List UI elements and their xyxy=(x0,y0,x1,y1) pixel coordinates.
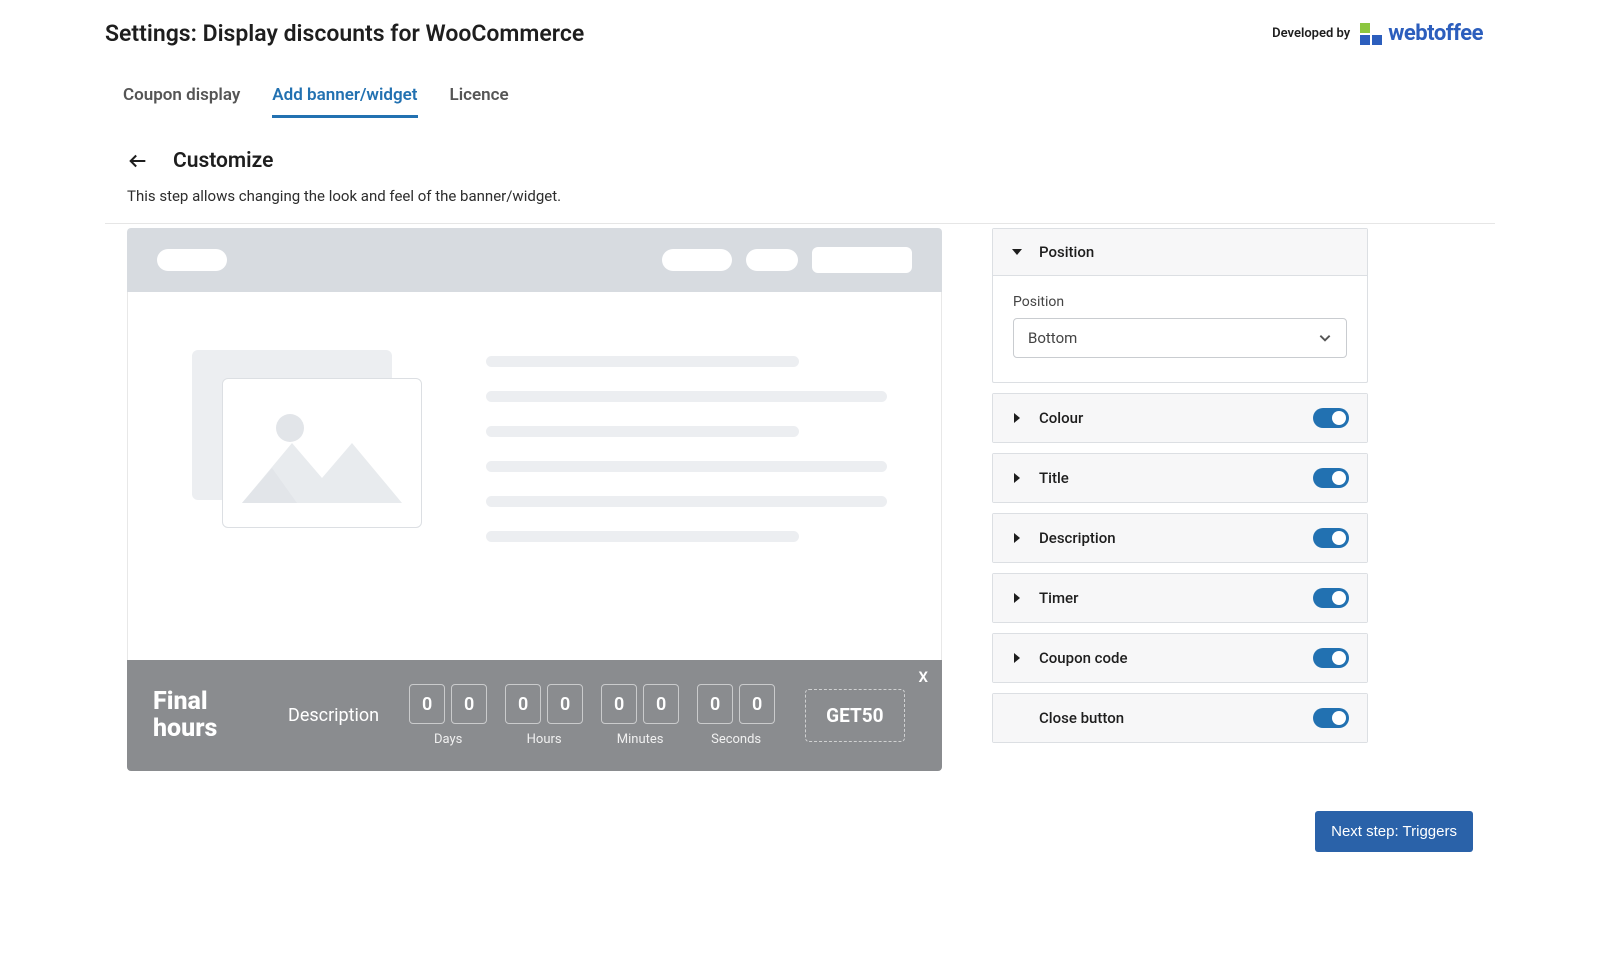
position-select-value: Bottom xyxy=(1028,329,1077,347)
panel-label: Description xyxy=(1039,529,1116,547)
panel-close-button: Close button xyxy=(992,693,1368,743)
panel-header-coupon-code[interactable]: Coupon code xyxy=(993,634,1367,682)
timer-digit: 0 xyxy=(409,684,445,724)
panel-description: Description xyxy=(992,513,1368,563)
brand-name: webtoffee xyxy=(1388,21,1483,46)
toggle-description[interactable] xyxy=(1313,528,1349,548)
timer-digit: 0 xyxy=(697,684,733,724)
step-title: Customize xyxy=(173,149,273,173)
timer-digit: 0 xyxy=(739,684,775,724)
panel-header-timer[interactable]: Timer xyxy=(993,574,1367,622)
panel-colour: Colour xyxy=(992,393,1368,443)
banner-title: Final hours xyxy=(153,689,268,742)
step-description: This step allows changing the look and f… xyxy=(105,187,1495,205)
chevron-right-icon xyxy=(1011,412,1023,424)
chevron-down-icon xyxy=(1011,246,1023,258)
preview-browser-chrome xyxy=(127,228,942,292)
back-arrow-icon[interactable] xyxy=(127,150,149,172)
timer-label: Days xyxy=(434,732,462,747)
panel-label: Colour xyxy=(1039,409,1083,427)
developed-by: Developed by webtoffee xyxy=(1272,21,1495,46)
tab-coupon-display[interactable]: Coupon display xyxy=(123,75,240,118)
toggle-coupon-code[interactable] xyxy=(1313,648,1349,668)
timer-label: Seconds xyxy=(711,732,761,747)
panel-timer: Timer xyxy=(992,573,1368,623)
tab-licence[interactable]: Licence xyxy=(450,75,509,118)
position-select[interactable]: Bottom xyxy=(1013,318,1347,358)
next-step-button[interactable]: Next step: Triggers xyxy=(1315,811,1473,852)
preview-canvas xyxy=(127,292,942,660)
panel-label: Coupon code xyxy=(1039,649,1128,667)
chevron-right-icon xyxy=(1011,652,1023,664)
toggle-close-button[interactable] xyxy=(1313,708,1349,728)
panel-header-description[interactable]: Description xyxy=(993,514,1367,562)
preview-panel: Final hours Description 00Days 00Hours 0… xyxy=(127,228,942,771)
chevron-right-icon xyxy=(1011,592,1023,604)
timer-digit: 0 xyxy=(601,684,637,724)
timer-digit: 0 xyxy=(505,684,541,724)
page-title: Settings: Display discounts for WooComme… xyxy=(105,20,584,47)
banner-timer: 00Days 00Hours 00Minutes 00Seconds xyxy=(409,684,775,747)
toggle-timer[interactable] xyxy=(1313,588,1349,608)
timer-label: Hours xyxy=(527,732,562,747)
image-placeholder-icon xyxy=(222,378,422,528)
developed-by-label: Developed by xyxy=(1272,26,1350,41)
settings-sidebar: Position Position Bottom Colour xyxy=(992,228,1368,771)
panel-header-position[interactable]: Position xyxy=(993,229,1367,276)
toggle-colour[interactable] xyxy=(1313,408,1349,428)
webtoffee-logo: webtoffee xyxy=(1360,21,1483,46)
tabs: Coupon display Add banner/widget Licence xyxy=(105,75,1495,119)
panel-header-title[interactable]: Title xyxy=(993,454,1367,502)
panel-position: Position Position Bottom xyxy=(992,228,1368,383)
banner-coupon-code: GET50 xyxy=(805,689,904,742)
timer-digit: 0 xyxy=(451,684,487,724)
panel-header-close-button[interactable]: Close button xyxy=(993,694,1367,742)
timer-digit: 0 xyxy=(643,684,679,724)
timer-label: Minutes xyxy=(617,732,664,747)
panel-header-colour[interactable]: Colour xyxy=(993,394,1367,442)
panel-title: Title xyxy=(992,453,1368,503)
panel-coupon-code: Coupon code xyxy=(992,633,1368,683)
banner-preview: Final hours Description 00Days 00Hours 0… xyxy=(127,660,942,771)
toggle-title[interactable] xyxy=(1313,468,1349,488)
panel-label: Timer xyxy=(1039,589,1078,607)
panel-label: Position xyxy=(1039,243,1094,261)
chevron-down-icon xyxy=(1318,331,1332,345)
panel-label: Title xyxy=(1039,469,1069,487)
banner-description: Description xyxy=(288,705,379,726)
field-label-position: Position xyxy=(1013,294,1347,310)
timer-digit: 0 xyxy=(547,684,583,724)
panel-label: Close button xyxy=(1039,709,1124,727)
chevron-right-icon xyxy=(1011,472,1023,484)
chevron-right-icon xyxy=(1011,532,1023,544)
tab-add-banner-widget[interactable]: Add banner/widget xyxy=(272,75,417,118)
divider xyxy=(105,223,1495,224)
banner-close-button[interactable]: X xyxy=(919,668,929,686)
